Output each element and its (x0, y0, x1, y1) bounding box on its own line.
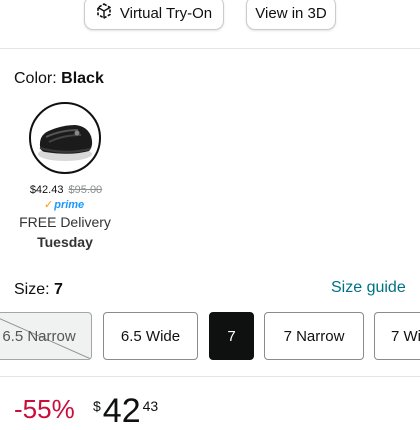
selected-size-value: 7 (54, 281, 63, 298)
size-option-label: 6.5 Narrow (2, 327, 76, 345)
size-option-6-5-narrow[interactable]: 6.5 Narrow (0, 312, 92, 360)
delivery-text: FREE Delivery (19, 214, 111, 230)
top-action-bar: Virtual Try-On View in 3D (0, 0, 420, 50)
delivery-day: Tuesday (37, 234, 93, 250)
virtual-try-on-label: Virtual Try-On (119, 4, 213, 22)
size-option-label: 7 Narrow (283, 327, 345, 345)
section-divider (0, 48, 420, 49)
selected-color-value: Black (61, 70, 104, 87)
size-option-7[interactable]: 7 (209, 312, 254, 360)
section-divider (0, 376, 420, 377)
size-label: Size: 7 (14, 281, 63, 298)
prime-badge: ✓prime (44, 199, 85, 211)
size-option-label: 7 (227, 327, 236, 345)
size-option-label: 7 Wide (391, 327, 420, 345)
size-option-label: 6.5 Wide (120, 327, 181, 345)
cube-icon (96, 3, 112, 23)
price-whole: 42 (102, 392, 141, 430)
size-option-6-5-wide[interactable]: 6.5 Wide (103, 312, 198, 360)
size-options: 6.5 Narrow 6.5 Wide 7 7 Narrow 7 Wide (0, 312, 420, 360)
color-swatch-black[interactable] (29, 102, 101, 174)
swatch-price: $42.43 (29, 184, 64, 196)
view-in-3d-label: View in 3D (255, 4, 327, 22)
view-in-3d-button[interactable]: View in 3D (246, 0, 336, 30)
color-label: Color: Black (14, 70, 104, 87)
current-price: $ 42 43 (93, 394, 158, 428)
prime-check-icon: ✓ (44, 199, 54, 211)
virtual-try-on-button[interactable]: Virtual Try-On (84, 0, 224, 30)
discount-percent: -55% (14, 394, 75, 424)
size-option-7-narrow[interactable]: 7 Narrow (264, 312, 364, 360)
shoe-image (38, 125, 93, 161)
swatch-price-row: $42.43 $95.00 (26, 184, 106, 196)
swatch-list-price: $95.00 (68, 184, 103, 196)
size-guide-link[interactable]: Size guide (331, 279, 406, 297)
size-option-7-wide[interactable]: 7 Wide (374, 312, 420, 360)
price-currency-symbol: $ (93, 398, 101, 414)
price-fraction: 43 (142, 398, 159, 414)
